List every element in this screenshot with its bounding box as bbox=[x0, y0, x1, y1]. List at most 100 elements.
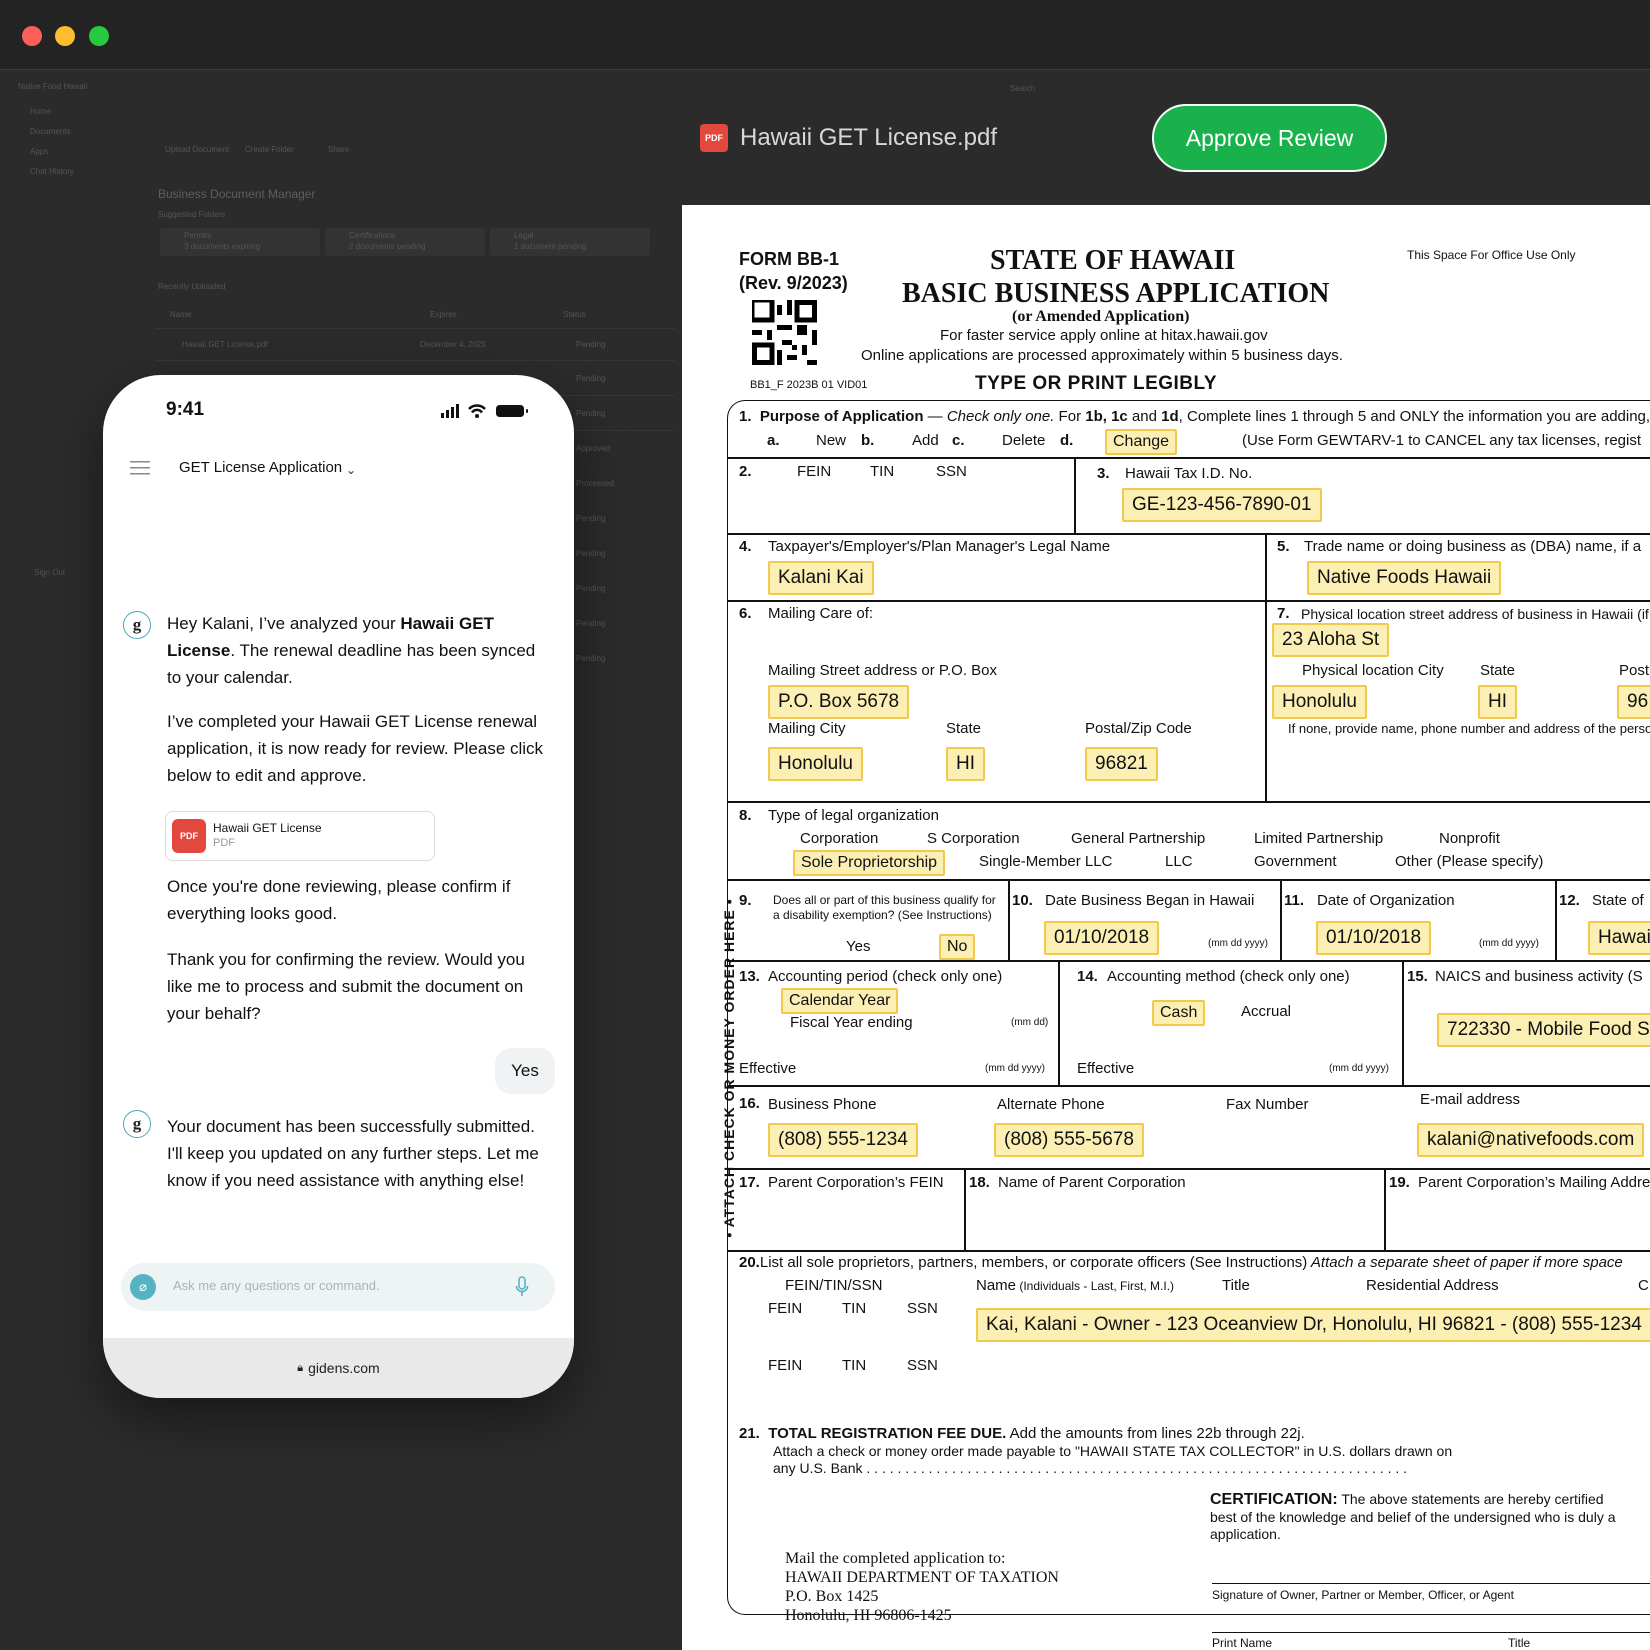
bg-upload-button[interactable]: Upload Document bbox=[165, 145, 229, 154]
org-other[interactable]: Other (Please specify) bbox=[1395, 853, 1543, 870]
dba-field[interactable]: Native Foods Hawaii bbox=[1307, 561, 1502, 595]
state-of-org-field[interactable]: Hawai bbox=[1588, 921, 1650, 955]
signal-wifi-battery-icon bbox=[441, 404, 528, 418]
pdf-attachment-card[interactable]: PDF Hawaii GET License PDF bbox=[165, 811, 435, 861]
bg-nav-home[interactable]: Home bbox=[30, 107, 51, 116]
officer-c-label: C bbox=[1638, 1277, 1649, 1294]
rule bbox=[1058, 960, 1060, 1085]
chat-input-bar[interactable]: ⌀ Ask me any questions or command. bbox=[121, 1263, 555, 1311]
opt-fein[interactable]: FEIN bbox=[797, 463, 831, 480]
signature-label: Signature of Owner, Partner or Member, O… bbox=[1212, 1588, 1514, 1602]
mail-street-field[interactable]: P.O. Box 5678 bbox=[768, 685, 910, 719]
line7-label: Physical location street address of busi… bbox=[1301, 606, 1649, 622]
attachment-type: PDF bbox=[213, 837, 235, 849]
date-began-field[interactable]: 01/10/2018 bbox=[1044, 921, 1160, 955]
bg-nav-documents[interactable]: Documents bbox=[30, 127, 70, 136]
window-titlebar bbox=[0, 0, 1650, 70]
opt-delete[interactable]: Delete bbox=[1002, 432, 1045, 449]
bg-share-button[interactable]: Share bbox=[328, 145, 349, 154]
attach-icon[interactable]: ⌀ bbox=[130, 1274, 156, 1300]
bg-search[interactable]: Search bbox=[1010, 84, 1035, 93]
date-format: (mm dd yyyy) bbox=[1479, 938, 1539, 949]
row1-fein[interactable]: FEIN bbox=[768, 1300, 802, 1317]
org-nonprofit[interactable]: Nonprofit bbox=[1439, 830, 1500, 847]
email-field[interactable]: kalani@nativefoods.com bbox=[1417, 1123, 1645, 1157]
close-window-button[interactable] bbox=[22, 26, 42, 46]
chevron-down-icon[interactable]: ⌄ bbox=[346, 463, 356, 477]
lock-icon: 🔒︎ bbox=[297, 1361, 304, 1374]
phys-zip-field[interactable]: 96 bbox=[1617, 685, 1650, 719]
signature-line[interactable] bbox=[1212, 1583, 1650, 1584]
line19-label: Parent Corporation’s Mailing Addre bbox=[1418, 1174, 1650, 1191]
bg-sign-out[interactable]: Sign Out bbox=[34, 568, 65, 577]
rule bbox=[727, 457, 1650, 459]
chat-input[interactable]: Ask me any questions or command. bbox=[173, 1278, 380, 1293]
row2-fein[interactable]: FEIN bbox=[768, 1357, 802, 1374]
mic-icon[interactable] bbox=[515, 1276, 529, 1298]
mail-state-field[interactable]: HI bbox=[946, 747, 985, 781]
org-corporation[interactable]: Corporation bbox=[800, 830, 878, 847]
line14-num: 14. bbox=[1077, 968, 1098, 985]
org-llc[interactable]: LLC bbox=[1165, 853, 1193, 870]
alt-phone-field[interactable]: (808) 555-5678 bbox=[994, 1123, 1144, 1157]
line6-num: 6. bbox=[739, 605, 752, 622]
line13-num: 13. bbox=[739, 968, 760, 985]
org-government[interactable]: Government bbox=[1254, 853, 1337, 870]
line10-label: Date Business Began in Hawaii bbox=[1045, 892, 1255, 909]
bg-row-name[interactable]: Hawaii GET License.pdf bbox=[182, 340, 268, 349]
opt-new[interactable]: New bbox=[816, 432, 846, 449]
line2-num: 2. bbox=[739, 463, 752, 480]
bg-folder-legal[interactable]: Legal 1 document pending bbox=[490, 228, 650, 256]
date-org-field[interactable]: 01/10/2018 bbox=[1316, 921, 1432, 955]
phys-city-field[interactable]: Honolulu bbox=[1272, 685, 1367, 719]
row2-tin[interactable]: TIN bbox=[842, 1357, 866, 1374]
print-name-line[interactable] bbox=[1212, 1632, 1650, 1633]
menu-icon[interactable] bbox=[130, 461, 150, 475]
phys-street-field[interactable]: 23 Aloha St bbox=[1272, 623, 1390, 657]
calendar-year-field[interactable]: Calendar Year bbox=[781, 988, 899, 1014]
minimize-window-button[interactable] bbox=[55, 26, 75, 46]
opt-change-field[interactable]: Change bbox=[1105, 429, 1178, 455]
naics-field[interactable]: 722330 - Mobile Food Se bbox=[1437, 1013, 1650, 1047]
line1-label: 1. Purpose of Application — Check only o… bbox=[739, 408, 1650, 425]
bg-create-folder-button[interactable]: Create Folder bbox=[245, 145, 294, 154]
cash-field[interactable]: Cash bbox=[1152, 1000, 1206, 1026]
mail-city-field[interactable]: Honolulu bbox=[768, 747, 863, 781]
legal-name-field[interactable]: Kalani Kai bbox=[768, 561, 874, 595]
browser-url-bar[interactable]: 🔒︎ gidens.com bbox=[103, 1338, 574, 1398]
opt-yes[interactable]: Yes bbox=[846, 938, 870, 955]
approve-review-button[interactable]: Approve Review bbox=[1152, 104, 1387, 172]
row2-ssn[interactable]: SSN bbox=[907, 1357, 938, 1374]
phys-state-field[interactable]: HI bbox=[1478, 685, 1517, 719]
bg-folder-certifications[interactable]: Certifications 2 documents pending bbox=[325, 228, 485, 256]
business-phone-field[interactable]: (808) 555-1234 bbox=[768, 1123, 918, 1157]
fiscal-year-ending[interactable]: Fiscal Year ending bbox=[790, 1014, 913, 1031]
chat-title[interactable]: GET License Application bbox=[179, 459, 342, 476]
print-name-label: Print Name bbox=[1212, 1636, 1273, 1650]
tax-id-field[interactable]: GE-123-456-7890-01 bbox=[1122, 488, 1322, 522]
form-faster: For faster service apply online at hitax… bbox=[940, 327, 1268, 344]
bg-folder-permits[interactable]: Permits 3 documents expiring bbox=[160, 228, 320, 256]
opt-tin[interactable]: TIN bbox=[870, 463, 894, 480]
accrual-option[interactable]: Accrual bbox=[1241, 1003, 1291, 1020]
row1-tin[interactable]: TIN bbox=[842, 1300, 866, 1317]
line21-label: 21. TOTAL REGISTRATION FEE DUE. Add the … bbox=[739, 1425, 1305, 1442]
org-limited-partnership[interactable]: Limited Partnership bbox=[1254, 830, 1383, 847]
line5-label: Trade name or doing business as (DBA) na… bbox=[1304, 538, 1642, 555]
line21-line3: any U.S. Bank . . . . . . . . . . . . . … bbox=[773, 1460, 1408, 1476]
row1-ssn[interactable]: SSN bbox=[907, 1300, 938, 1317]
opt-add[interactable]: Add bbox=[912, 432, 939, 449]
mail-zip-field[interactable]: 96821 bbox=[1085, 747, 1158, 781]
opt-ssn[interactable]: SSN bbox=[936, 463, 967, 480]
org-single-member-llc[interactable]: Single-Member LLC bbox=[979, 853, 1112, 870]
zoom-window-button[interactable] bbox=[89, 26, 109, 46]
line20-label: 20.List all sole proprietors, partners, … bbox=[739, 1254, 1623, 1271]
bg-nav-apps[interactable]: Apps bbox=[30, 147, 48, 156]
org-sole-proprietorship[interactable]: Sole Proprietorship bbox=[793, 850, 946, 876]
assistant-message: Once you're done reviewing, please confi… bbox=[167, 877, 511, 923]
bg-nav-chat-history[interactable]: Chat History bbox=[30, 167, 74, 176]
org-s-corporation[interactable]: S Corporation bbox=[927, 830, 1020, 847]
officer-field[interactable]: Kai, Kalani - Owner - 123 Oceanview Dr, … bbox=[976, 1308, 1650, 1342]
org-general-partnership[interactable]: General Partnership bbox=[1071, 830, 1205, 847]
opt-no-field[interactable]: No bbox=[939, 934, 976, 960]
